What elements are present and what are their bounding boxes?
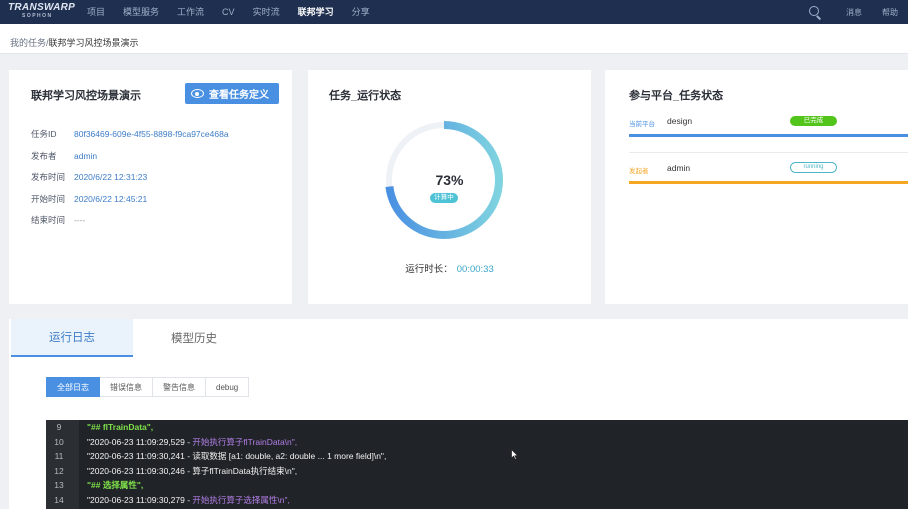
- log-text-segment: "2020-06-23 11:09:30,241 - 读取数据 [a1: dou…: [87, 451, 387, 461]
- platform-status-badge: running: [790, 162, 837, 173]
- platform-status-card: 参与平台_任务状态 当前平台 design 已完成发起者 admin running: [605, 70, 908, 304]
- log-filter-button[interactable]: 错误信息: [100, 377, 153, 397]
- platform-name: design: [667, 116, 693, 126]
- log-line-number: 13: [54, 480, 64, 490]
- view-task-definition-button[interactable]: 查看任务定义: [185, 83, 279, 104]
- task-status-card: 任务_运行状态 73% 计算中 运行时长： 00:00:33: [308, 70, 591, 304]
- platform-row: 发起者 admin running: [629, 162, 908, 176]
- view-task-definition-label: 查看任务定义: [209, 90, 269, 101]
- nav-item[interactable]: 分享: [343, 0, 379, 24]
- computing-badge: 计算中: [430, 193, 458, 203]
- task-field-key: 发布者: [31, 150, 57, 161]
- nav-right: 消息 帮助: [808, 0, 908, 24]
- platform-role-label: 当前平台: [629, 121, 655, 128]
- top-nav: TRANSWARP SOPHON 项目 模型服务 工作流 CV 实时流 联邦学习 分享 消息…: [0, 0, 908, 24]
- task-field-row: 发布时间 2020/6/22 12:31:23: [31, 171, 147, 183]
- log-line-text: "2020-06-23 11:09:30,241 - 读取数据 [a1: dou…: [87, 449, 386, 463]
- messages-link[interactable]: 消息: [836, 7, 872, 18]
- runtime: 运行时长： 00:00:33: [308, 261, 591, 275]
- search-icon[interactable]: [808, 5, 822, 19]
- nav-item[interactable]: 工作流: [168, 0, 213, 24]
- breadcrumb-parent[interactable]: 我的任务: [10, 38, 46, 48]
- log-line-number: 12: [54, 465, 64, 476]
- platform-progress-bar: [629, 181, 908, 184]
- breadcrumb-current: 联邦学习风控场景演示: [48, 38, 139, 48]
- platform-name: admin: [667, 163, 691, 173]
- log-tabs: 运行日志 模型历史: [11, 319, 255, 357]
- task-field-row: 任务ID 80f36469-609e-4f55-8898-f9ca97ce468a: [31, 128, 229, 140]
- brand-subname: SOPHON: [22, 13, 53, 19]
- task-field-key: 开始时间: [31, 193, 66, 204]
- tab-model-history[interactable]: 模型历史: [133, 319, 255, 357]
- log-line-text: "2020-06-23 11:09:29,529 - 开始执行算子flTrain…: [87, 435, 297, 449]
- task-field-key: 发布时间: [31, 172, 66, 182]
- nav-item[interactable]: 模型服务: [114, 0, 168, 24]
- log-text-segment: "2020-06-23 11:09:30,246 - 算子flTrainData…: [87, 465, 298, 476]
- brand-name: TRANSWARP: [8, 2, 76, 13]
- task-info-card: 联邦学习风控场景演示 查看任务定义 任务ID 80f36469-609e-4f55…: [9, 70, 292, 304]
- task-field-value: ----: [74, 215, 86, 225]
- platform-title: 参与平台_任务状态: [629, 90, 724, 102]
- log-text-segment: 开始执行算子flTrainData\n",: [192, 436, 298, 447]
- log-text-segment: "2020-06-23 11:09:30,279 -: [87, 494, 193, 505]
- log-console[interactable]: 9 "## flTrainData", 10 "2020-06-23 11:09:29…: [46, 420, 908, 509]
- log-line: 11 "2020-06-23 11:09:30,241 - 读取数据 [a1: d…: [46, 449, 908, 463]
- progress-percent: 73%: [435, 172, 464, 188]
- log-filter-button[interactable]: debug: [206, 377, 250, 397]
- nav-item[interactable]: 实时流: [244, 0, 289, 24]
- task-field-value: 80f36469-609e-4f55-8898-f9ca97ce468a: [74, 129, 229, 139]
- task-field-value: admin: [74, 150, 98, 161]
- log-line-text: "## 选择属性",: [87, 478, 143, 492]
- platform-row: 当前平台 design 已完成: [629, 115, 908, 129]
- nav-menu: 项目 模型服务 工作流 CV 实时流 联邦学习 分享: [78, 0, 379, 24]
- platform-role-label: 发起者: [629, 168, 649, 175]
- log-text-segment: "## 选择属性",: [87, 480, 144, 490]
- platform-progress-bar: [629, 134, 908, 137]
- task-field-key: 结束时间: [31, 215, 66, 225]
- nav-item[interactable]: 项目: [78, 0, 114, 24]
- task-field-value: 2020/6/22 12:31:23: [74, 172, 148, 182]
- log-text-segment: "2020-06-23 11:09:29,529 -: [87, 436, 193, 447]
- log-line-number: 9: [56, 422, 62, 432]
- breadcrumb: 我的任务/联邦学习风控场景演示: [0, 24, 908, 54]
- log-line: 14 "2020-06-23 11:09:30,279 - 开始执行算子选择属性\…: [46, 493, 908, 507]
- task-field-row: 开始时间 2020/6/22 12:45:21: [31, 193, 147, 205]
- log-line: 12 "2020-06-23 11:09:30,246 - 算子flTrainDa…: [46, 464, 908, 478]
- log-filter-button[interactable]: 全部日志: [46, 377, 100, 397]
- log-text-segment: 开始执行算子选择属性\n",: [192, 494, 290, 505]
- nav-item[interactable]: CV: [213, 0, 244, 24]
- task-field-value: 2020/6/22 12:45:21: [74, 193, 148, 204]
- eye-icon: [191, 89, 204, 98]
- runtime-value: 00:00:33: [456, 264, 494, 275]
- mouse-cursor-icon: [511, 449, 519, 460]
- help-link[interactable]: 帮助: [872, 7, 908, 18]
- nav-item[interactable]: 联邦学习: [289, 0, 343, 24]
- task-field-row: 发布者 admin: [31, 150, 97, 162]
- brand-logo[interactable]: TRANSWARP SOPHON: [0, 0, 78, 24]
- status-title: 任务_运行状态: [329, 90, 402, 102]
- log-line-text: "2020-06-23 11:09:30,246 - 算子flTrainData…: [87, 464, 297, 478]
- log-line-number: 11: [54, 451, 64, 461]
- log-line-number: 14: [54, 494, 64, 505]
- log-panel: 运行日志 模型历史 全部日志 错误信息 警告信息 debug 9 "## flTrainD…: [9, 319, 908, 509]
- log-line-text: "2020-06-23 11:09:30,279 - 开始执行算子选择属性\n"…: [87, 493, 290, 507]
- log-line-text: "## flTrainData",: [87, 420, 153, 434]
- log-line: 13 "## 选择属性",: [46, 478, 908, 492]
- platform-status-badge: 已完成: [790, 116, 837, 126]
- log-line-number: 10: [54, 436, 64, 447]
- log-line: 10 "2020-06-23 11:09:29,529 - 开始执行算子flTra…: [46, 435, 908, 449]
- log-filter-button[interactable]: 警告信息: [153, 377, 206, 397]
- task-field-key: 任务ID: [31, 129, 57, 139]
- log-filters: 全部日志 错误信息 警告信息 debug: [46, 377, 250, 397]
- runtime-label: 运行时长：: [405, 264, 453, 275]
- task-title: 联邦学习风控场景演示: [31, 90, 141, 102]
- tab-run-log[interactable]: 运行日志: [11, 319, 133, 357]
- task-field-row: 结束时间 ----: [31, 214, 85, 226]
- log-text-segment: "## flTrainData",: [87, 422, 154, 432]
- log-line: 9 "## flTrainData",: [46, 420, 908, 434]
- platform-divider: [629, 152, 908, 153]
